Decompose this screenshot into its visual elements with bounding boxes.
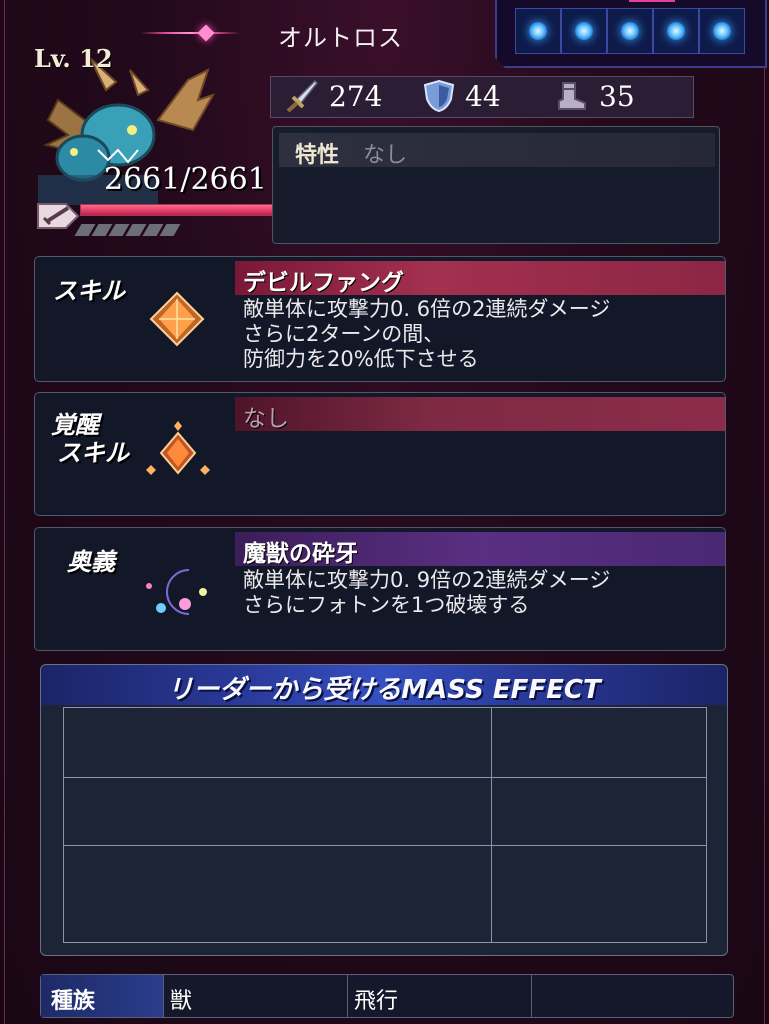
skill-desc-line: 防御力を20%低下させる [243,347,479,371]
speed-value: 35 [599,79,635,113]
awaken-skill-name-bar: なし [235,397,725,432]
mass-effect-cell [492,778,706,846]
awaken-skill-name: なし [243,406,289,432]
photon-slot[interactable] [515,8,561,54]
ougi-desc-line: 敵単体に攻撃力0. 9倍の2連続ダメージ [243,568,611,592]
speed-stat: 35 [555,79,635,113]
defense-stat: 44 [423,79,501,113]
photon-orb-icon [713,22,731,40]
ougi-label: 奥義 [67,548,115,576]
skill-gem-icon [149,291,205,347]
skill-desc-line: さらに2ターンの間、 [243,322,445,346]
photon-orb-icon [575,22,593,40]
sword-icon [286,79,319,113]
photon-orb-icon [529,22,547,40]
photon-slot[interactable] [607,8,653,54]
ougi-panel[interactable]: 奥義 魔獣の砕牙 敵単体に攻撃力0. 9倍の2連続ダメージ さらにフォトンを1つ… [34,527,726,651]
skill-name-bar: デビルファング [235,261,725,296]
photon-slot[interactable] [653,8,699,54]
mass-effect-title: リーダーから受けるMASS EFFECT [167,675,601,705]
weapon-type-icon [37,203,80,229]
awaken-gem-icon [146,421,210,475]
moon-orb-icon [146,569,207,615]
mass-effect-cell [492,846,706,942]
mass-effect-grid [63,707,707,943]
photon-orb-icon [667,22,685,40]
defense-value: 44 [465,79,501,113]
title-decoration [140,32,240,34]
race-label: 種族 [41,975,163,1017]
mass-effect-panel: リーダーから受けるMASS EFFECT [40,664,728,956]
ougi-description: 敵単体に攻撃力0. 9倍の2連続ダメージ さらにフォトンを1つ破壊する [243,568,610,618]
hp-gauge [36,196,286,236]
hp-fill [81,205,285,215]
attack-stat: 274 [285,79,382,113]
mass-effect-cell [64,846,492,942]
photon-slot[interactable] [699,8,745,54]
mass-effect-cell [64,778,492,846]
charge-gauge [74,224,181,236]
awaken-label-line: 覚醒 [51,411,99,439]
race-row: 種族 獣 飛行 [40,974,734,1018]
skill-label: スキル [53,277,125,305]
active-slot-marker [629,0,675,2]
trait-value: なし [363,143,408,168]
unit-name: オルトロス [278,24,403,52]
skill-desc-line: 敵単体に攻撃力0. 6倍の2連続ダメージ [243,297,611,321]
awaken-label-line: スキル [57,439,129,467]
trait-label: 特性 [295,143,340,168]
boot-icon [558,82,586,110]
awaken-skill-panel[interactable]: 覚醒 スキル なし [34,392,726,516]
race-value: 獣 [163,975,347,1017]
awaken-skill-label: 覚醒 スキル [51,411,129,467]
mass-effect-cell [492,708,706,778]
photon-slot[interactable] [561,8,607,54]
photon-orb-icon [621,22,639,40]
hp-value: 2661/2661 [104,162,267,197]
trait-panel: 特性 なし [272,126,720,244]
ougi-desc-line: さらにフォトンを1つ破壊する [243,593,530,617]
mass-effect-header: リーダーから受けるMASS EFFECT [41,665,727,705]
ougi-name: 魔獣の砕牙 [243,541,358,567]
skill-description: 敵単体に攻撃力0. 6倍の2連続ダメージ さらに2ターンの間、 防御力を20%低… [243,297,610,372]
stats-bar: 274 44 35 [270,76,694,118]
unit-level: Lv. 12 [34,44,113,73]
photon-slot-panel [495,0,767,68]
skill-panel[interactable]: スキル デビルファング 敵単体に攻撃力0. 6倍の2連続ダメージ さらに2ターン… [34,256,726,382]
skill-name: デビルファング [243,270,404,296]
attack-value: 274 [329,79,383,113]
ougi-name-bar: 魔獣の砕牙 [235,532,725,567]
race-value: 飛行 [347,975,531,1017]
race-value [531,975,733,1017]
mass-effect-cell [64,708,492,778]
shield-icon [423,79,455,113]
